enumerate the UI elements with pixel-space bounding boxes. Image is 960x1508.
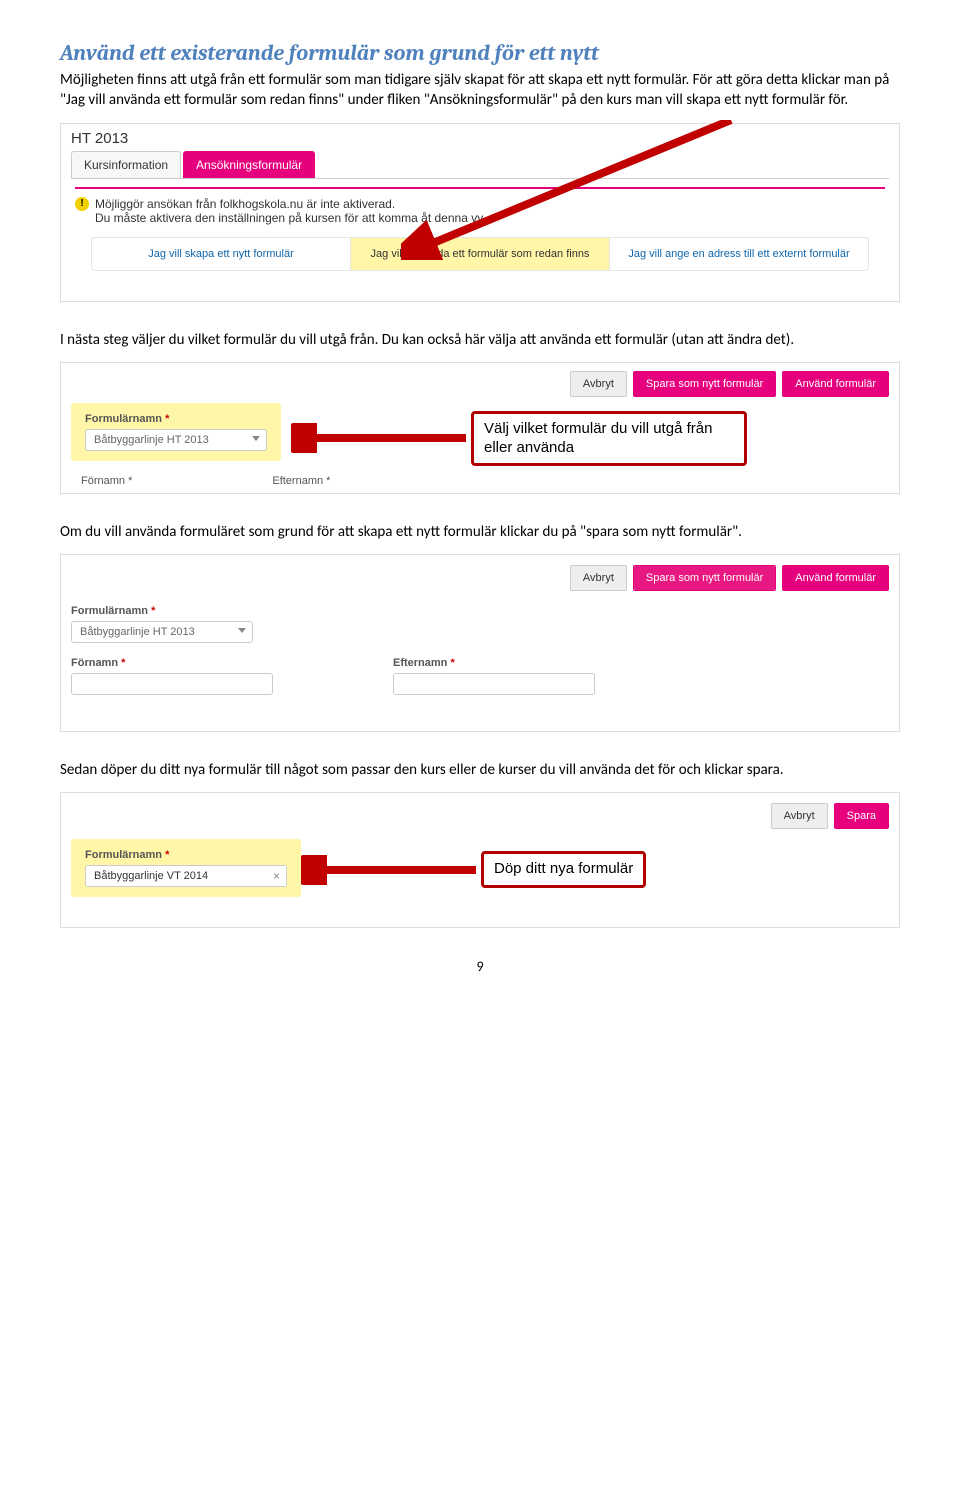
form-name-input[interactable]: Båtbyggarlinje VT 2014× <box>85 865 287 887</box>
option-create-new[interactable]: Jag vill skapa ett nytt formulär <box>92 238 351 270</box>
form-name-area: Formulärnamn * Båtbyggarlinje VT 2014× <box>71 839 301 897</box>
button-row: Avbryt Spara som nytt formulär Använd fo… <box>570 371 889 397</box>
cancel-button[interactable]: Avbryt <box>570 371 627 397</box>
use-form-button[interactable]: Använd formulär <box>782 565 889 591</box>
tab-bar: Kursinformation Ansökningsformulär <box>71 151 889 179</box>
form-body: Formulärnamn * Båtbyggarlinje HT 2013 Fö… <box>71 605 889 695</box>
save-as-new-button[interactable]: Spara som nytt formulär <box>633 565 776 591</box>
paragraph-1: Möjligheten finns att utgå från ett form… <box>60 70 900 111</box>
annotation-callout: Välj vilket formulär du vill utgå från e… <box>471 411 747 467</box>
tab-ansokningsformular[interactable]: Ansökningsformulär <box>183 151 315 178</box>
form-name-select[interactable]: Båtbyggarlinje HT 2013 <box>71 621 253 643</box>
screenshot-rename: Avbryt Spara Formulärnamn * Båtbyggarlin… <box>60 792 900 928</box>
screenshot-tabs: HT 2013 Kursinformation Ansökningsformul… <box>60 123 900 302</box>
save-as-new-button[interactable]: Spara som nytt formulär <box>633 371 776 397</box>
paragraph-4: Sedan döper du ditt nya formulär till nå… <box>60 760 900 780</box>
section-heading: Använd ett existerande formulär som grun… <box>60 40 900 66</box>
chevron-down-icon <box>238 628 246 633</box>
annotation-arrow-icon <box>291 423 471 453</box>
cancel-button[interactable]: Avbryt <box>570 565 627 591</box>
button-row: Avbryt Spara <box>771 803 889 829</box>
form-name-label: Formulärnamn * <box>85 413 267 425</box>
option-external-address[interactable]: Jag vill ange en adress till ett externt… <box>610 238 868 270</box>
button-row: Avbryt Spara som nytt formulär Använd fo… <box>570 565 889 591</box>
form-options: Jag vill skapa ett nytt formulär Jag vil… <box>91 237 869 271</box>
page-number: 9 <box>60 958 900 975</box>
efternamn-label: Efternamn * <box>272 475 330 487</box>
screenshot-save-as-new: Avbryt Spara som nytt formulär Använd fo… <box>60 554 900 732</box>
paragraph-2: I nästa steg väljer du vilket formulär d… <box>60 330 900 350</box>
efternamn-label: Efternamn * <box>393 657 595 669</box>
clear-icon[interactable]: × <box>273 869 280 883</box>
form-name-area: Formulärnamn * Båtbyggarlinje HT 2013 <box>71 403 281 461</box>
annotation-arrow-icon <box>301 855 481 885</box>
annotation-callout: Döp ditt nya formulär <box>481 851 646 888</box>
paragraph-3: Om du vill använda formuläret som grund … <box>60 522 900 542</box>
option-use-existing[interactable]: Jag vill använda ett formulär som redan … <box>351 238 610 270</box>
fornamn-label: Förnamn * <box>81 475 132 487</box>
chevron-down-icon <box>252 436 260 441</box>
alert-line-1: Möjliggör ansökan från folkhogskola.nu ä… <box>95 197 486 211</box>
alert-line-2: Du måste aktivera den inställningen på k… <box>95 211 486 225</box>
form-name-select[interactable]: Båtbyggarlinje HT 2013 <box>85 429 267 451</box>
cancel-button[interactable]: Avbryt <box>771 803 828 829</box>
extra-fields: Förnamn * Efternamn * <box>81 475 330 487</box>
alert-message: ! Möjliggör ansökan från folkhogskola.nu… <box>75 187 885 225</box>
fornamn-label: Förnamn * <box>71 657 273 669</box>
fornamn-input[interactable] <box>71 673 273 695</box>
form-name-label: Formulärnamn * <box>71 605 889 617</box>
screenshot-select-form: Avbryt Spara som nytt formulär Använd fo… <box>60 362 900 494</box>
use-form-button[interactable]: Använd formulär <box>782 371 889 397</box>
warning-icon: ! <box>75 197 89 211</box>
efternamn-input[interactable] <box>393 673 595 695</box>
save-button[interactable]: Spara <box>834 803 889 829</box>
tab-kursinformation[interactable]: Kursinformation <box>71 151 181 178</box>
form-name-label: Formulärnamn * <box>85 849 287 861</box>
term-label: HT 2013 <box>71 130 889 147</box>
